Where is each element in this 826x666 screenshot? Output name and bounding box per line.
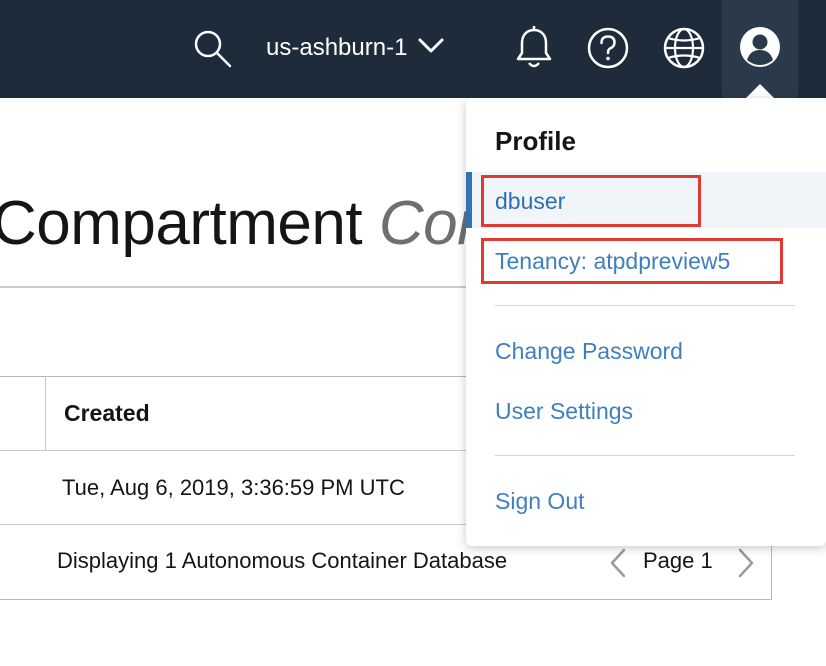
user-settings-link[interactable]: User Settings — [495, 398, 633, 425]
page-title-text: Compartment — [0, 189, 379, 258]
user-icon — [738, 25, 782, 74]
table-footer-count: Displaying 1 Autonomous Container Databa… — [57, 548, 508, 573]
highlight-box-tenancy — [481, 238, 783, 284]
sign-out-link[interactable]: Sign Out — [495, 488, 585, 515]
chevron-right-icon[interactable] — [734, 546, 758, 580]
region-selector[interactable]: us-ashburn-1 — [266, 28, 445, 68]
active-item-indicator — [466, 172, 472, 228]
help-icon[interactable] — [584, 24, 632, 72]
title-divider — [0, 286, 470, 288]
column-header-created[interactable]: Created — [64, 400, 150, 427]
dropdown-caret — [746, 84, 774, 98]
chevron-down-icon — [417, 34, 445, 62]
change-password-link[interactable]: Change Password — [495, 338, 683, 365]
region-label: us-ashburn-1 — [266, 34, 408, 61]
chevron-left-icon[interactable] — [606, 546, 630, 580]
globe-icon[interactable] — [660, 24, 708, 72]
pagination-label: Page 1 — [643, 548, 713, 573]
profile-dropdown — [466, 98, 826, 546]
column-divider — [45, 376, 46, 450]
table-cell-created: Tue, Aug 6, 2019, 3:36:59 PM UTC — [62, 475, 405, 500]
search-icon[interactable] — [188, 24, 236, 72]
bell-icon[interactable] — [510, 24, 558, 72]
page-title: Compartment Con — [0, 188, 492, 259]
menu-divider — [495, 305, 795, 306]
profile-heading: Profile — [495, 126, 576, 156]
highlight-box-username — [481, 175, 701, 227]
menu-divider — [495, 455, 795, 456]
top-navigation-bar: us-ashburn-1 — [0, 0, 826, 98]
